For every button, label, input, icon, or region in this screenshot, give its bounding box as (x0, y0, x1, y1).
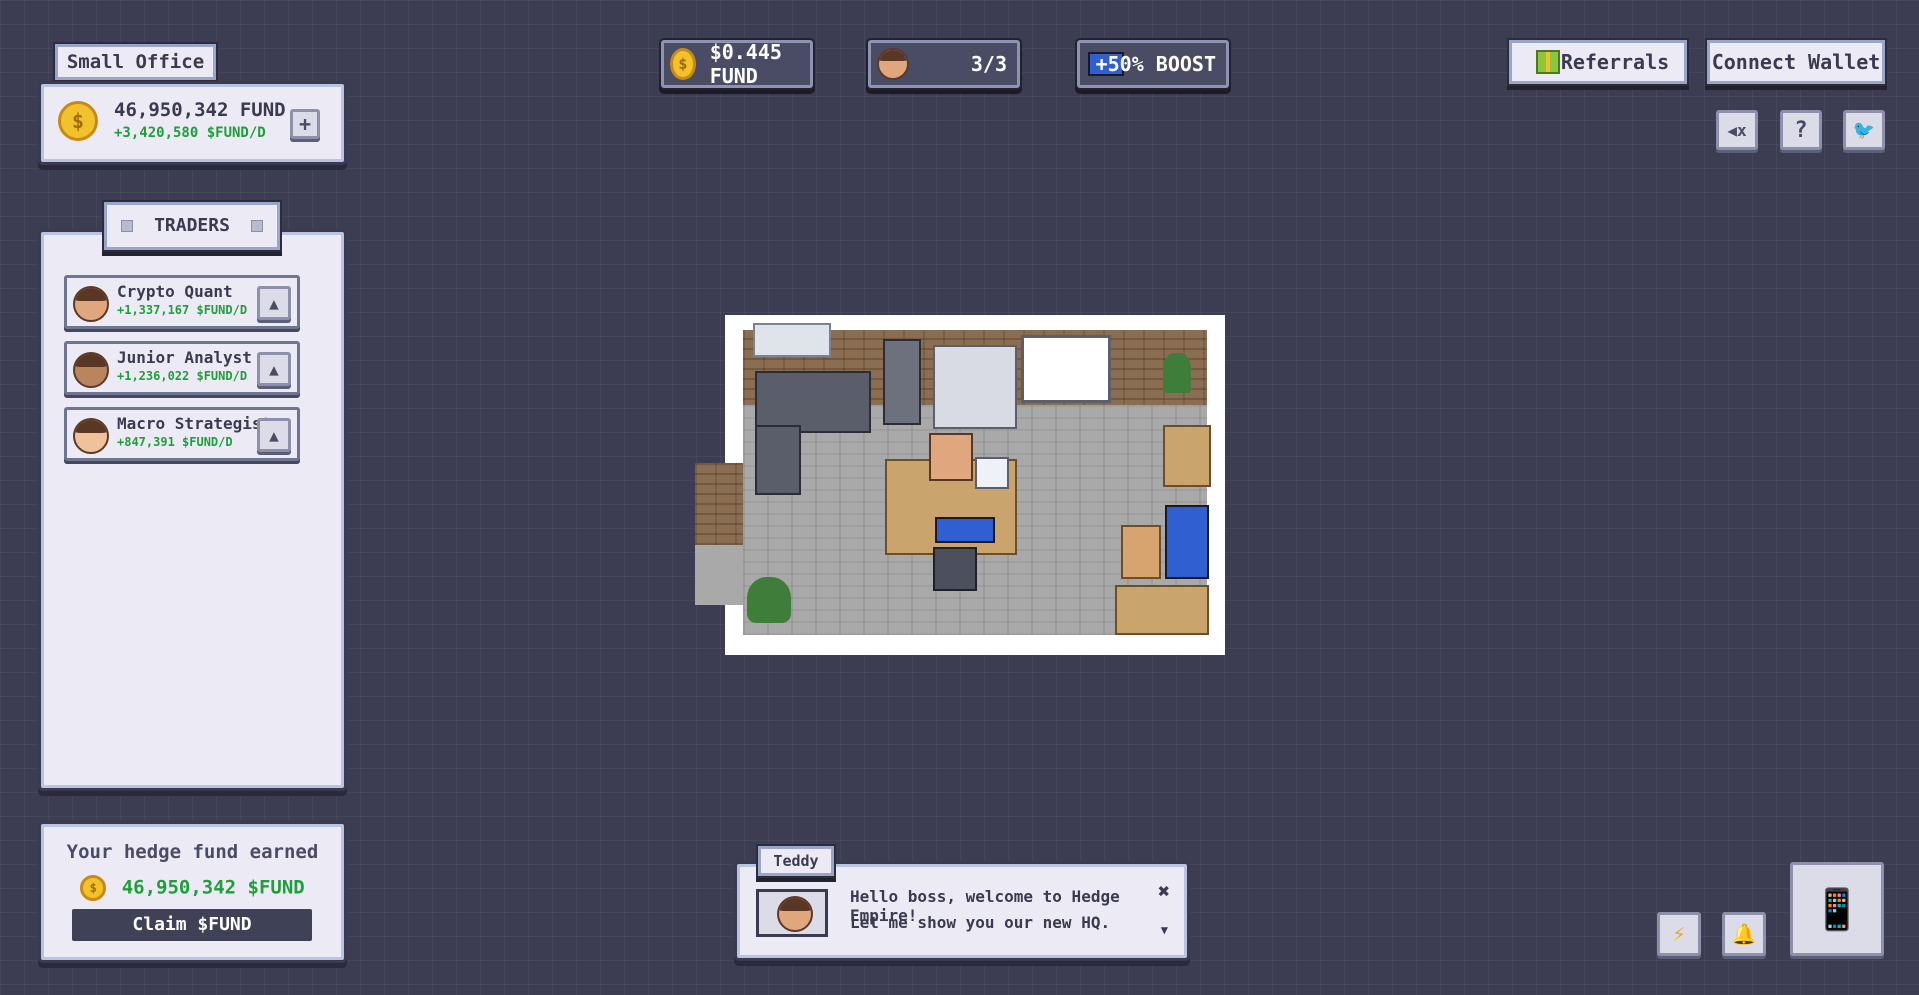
couch (755, 371, 871, 433)
referrals-label: Referrals (1560, 50, 1670, 74)
close-dialog-button[interactable]: ✖ (1158, 879, 1170, 903)
close-icon: ✖ (1157, 879, 1170, 903)
side-wall (695, 463, 743, 545)
plus-icon: + (298, 112, 312, 136)
dialog-speaker-name: Teddy (773, 852, 819, 870)
office-chair (933, 547, 977, 591)
dialog-portrait (756, 889, 828, 937)
trader-rate: +1,337,167 $FUND/D (117, 303, 248, 317)
traders-panel: Crypto Quant +1,337,167 $FUND/D ▲ Junior… (41, 232, 344, 788)
office-name-label: Small Office (66, 51, 205, 73)
trader-avatar (73, 418, 109, 454)
plant (1163, 353, 1191, 393)
twitter-icon: 🐦 (1852, 119, 1876, 141)
fund-price: $0.445 FUND (709, 40, 782, 88)
earned-panel: Your hedge fund earned $ 46,950,342 $FUN… (41, 824, 344, 960)
desk-monitor (935, 517, 995, 543)
trader-card[interactable]: Macro Strategist +847,391 $FUND/D ▲ (64, 407, 300, 461)
trader-avatar (877, 48, 909, 80)
trader-name: Crypto Quant (117, 282, 233, 301)
sound-toggle-button[interactable]: ◀x (1716, 110, 1758, 150)
doorway (695, 545, 743, 605)
referrals-button[interactable]: Referrals (1509, 40, 1687, 84)
traders-count-display: 3/3 (868, 40, 1020, 88)
bookshelf (933, 345, 1017, 429)
boss-character (929, 433, 973, 481)
coin-icon: $ (80, 875, 107, 901)
help-button[interactable]: ? (1780, 110, 1822, 150)
trader-rate: +1,236,022 $FUND/D (117, 369, 248, 383)
dialog-speaker-tab: Teddy (758, 846, 834, 876)
twitter-button[interactable]: 🐦 (1843, 110, 1885, 150)
monitor-setup (1165, 505, 1209, 579)
traders-count: 3/3 (970, 52, 1007, 76)
gift-icon (1536, 50, 1560, 74)
side-desk (1163, 425, 1211, 487)
balance-rate: +3,420,580 $FUND/D (114, 125, 266, 141)
coin-icon: $ (670, 48, 696, 80)
dialog-next-icon[interactable]: ▼ (1161, 923, 1168, 937)
bell-icon: 🔔 (1731, 922, 1757, 946)
dialog-line-2: Let me show you our new HQ. (850, 913, 1111, 932)
phone-icon: 📱 (1812, 886, 1862, 933)
arrow-up-icon: ▲ (269, 293, 279, 313)
boost-display: +50% BOOST (1077, 40, 1229, 88)
tab-square-icon (251, 220, 263, 232)
phone-button[interactable]: 📱 (1790, 862, 1884, 956)
notifications-button[interactable]: 🔔 (1722, 912, 1766, 956)
trader-avatar (73, 286, 109, 322)
balance-amount: 46,950,342 FUND (114, 99, 286, 121)
trader-rate: +847,391 $FUND/D (117, 435, 233, 449)
arrow-up-icon: ▲ (269, 359, 279, 379)
boost-label: +50% BOOST (1095, 52, 1216, 76)
traders-title-tab: TRADERS (104, 202, 280, 250)
office-name-tab: Small Office (55, 44, 216, 80)
traders-title: TRADERS (154, 215, 230, 236)
question-icon: ? (1794, 117, 1808, 143)
dialog-box: Hello boss, welcome to Hedge Empire! Let… (737, 864, 1187, 958)
upgrade-trader-button[interactable]: ▲ (257, 286, 291, 320)
speaker-muted-icon: ◀x (1727, 120, 1747, 140)
speaker-avatar (777, 896, 813, 932)
trader-avatar (73, 352, 109, 388)
upgrade-trader-button[interactable]: ▲ (257, 418, 291, 452)
side-desk (1115, 585, 1209, 635)
fund-price-display: $ $0.445 FUND (661, 40, 813, 88)
lightning-icon: ⚡ (1672, 921, 1686, 947)
trader-name: Junior Analyst (117, 348, 252, 367)
trader-card[interactable]: Crypto Quant +1,337,167 $FUND/D ▲ (64, 275, 300, 329)
whiteboard (1021, 335, 1111, 403)
trader-character (1121, 525, 1161, 579)
air-conditioner (753, 323, 831, 357)
office-scene[interactable] (695, 315, 1225, 655)
tab-square-icon (121, 220, 133, 232)
plant (747, 577, 791, 623)
desk-monitor (975, 457, 1009, 489)
water-cooler (883, 339, 921, 425)
arrow-up-icon: ▲ (269, 425, 279, 445)
boost-action-button[interactable]: ⚡ (1657, 912, 1701, 956)
connect-wallet-label: Connect Wallet (1711, 50, 1881, 74)
add-funds-button[interactable]: + (290, 109, 320, 139)
claim-button[interactable]: Claim $FUND (72, 909, 312, 941)
upgrade-trader-button[interactable]: ▲ (257, 352, 291, 386)
couch-side (755, 425, 801, 495)
earned-amount-row: $ 46,950,342 $FUND (44, 875, 341, 901)
coin-icon: $ (58, 101, 98, 141)
trader-name: Macro Strategist (117, 414, 272, 433)
connect-wallet-button[interactable]: Connect Wallet (1707, 40, 1885, 84)
balance-panel: $ 46,950,342 FUND +3,420,580 $FUND/D + (41, 84, 344, 162)
earned-title: Your hedge fund earned (66, 841, 319, 863)
earned-amount: 46,950,342 $FUND (121, 876, 305, 899)
trader-card[interactable]: Junior Analyst +1,236,022 $FUND/D ▲ (64, 341, 300, 395)
